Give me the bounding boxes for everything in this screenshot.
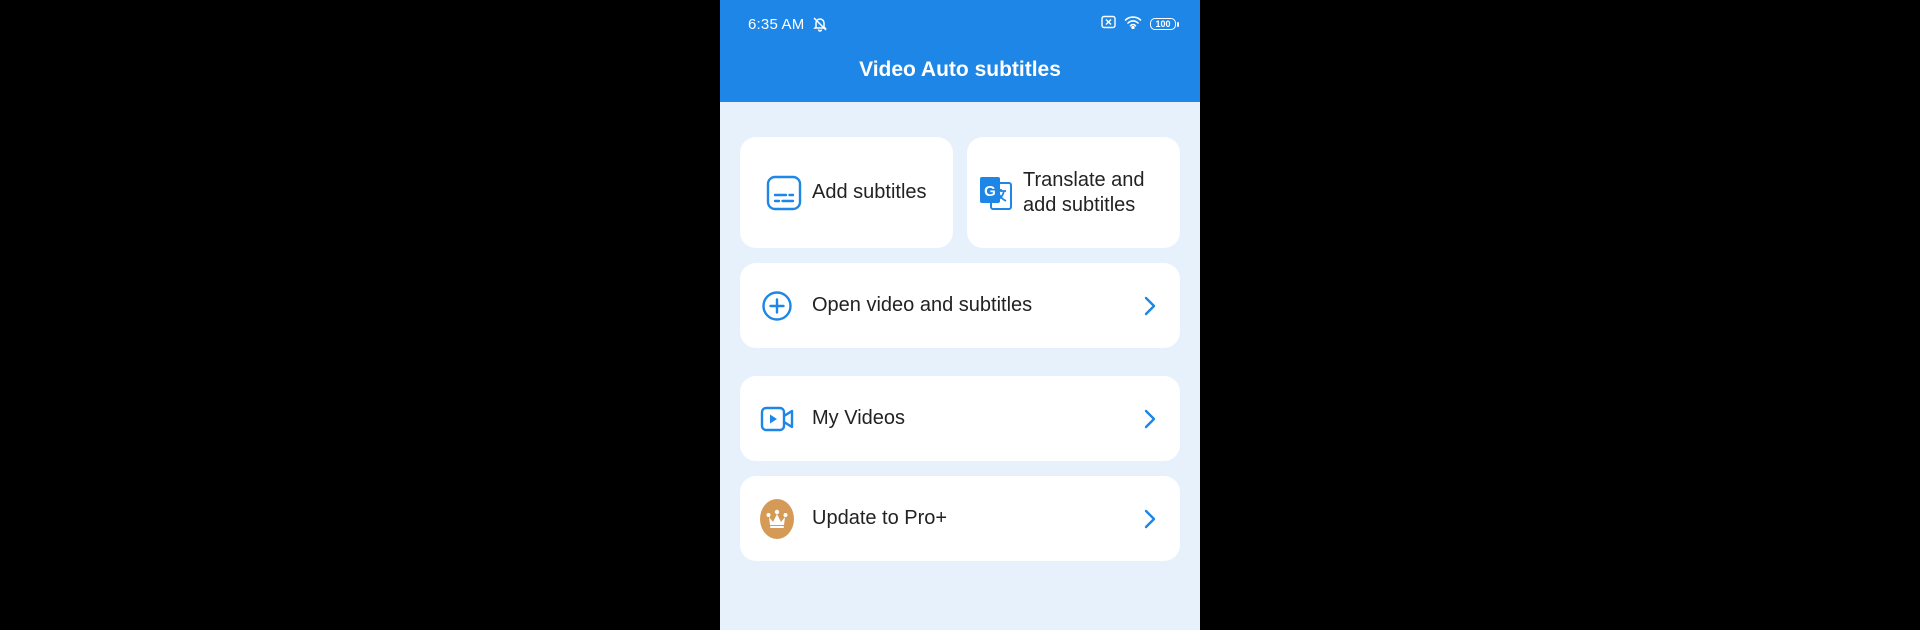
svg-text:G: G — [984, 183, 996, 200]
chevron-right-icon — [1144, 296, 1156, 316]
my-videos-label: My Videos — [812, 407, 906, 429]
phone-screen: 6:35 AM 100 Video Auto subtitles Add sub… — [720, 0, 1200, 630]
video-camera-icon — [760, 405, 794, 433]
app-header: 6:35 AM 100 Video Auto subtitles — [720, 0, 1200, 102]
translate-label-line1: Translate and — [1023, 168, 1145, 191]
wifi-icon — [1124, 15, 1142, 33]
chevron-right-icon — [1144, 509, 1156, 529]
page-title: Video Auto subtitles — [859, 58, 1061, 81]
translate-label-line2: add subtitles — [1023, 193, 1136, 216]
crown-icon — [760, 498, 794, 539]
sim-x-icon — [1101, 15, 1116, 33]
add-subtitles-label: Add subtitles — [812, 181, 927, 203]
status-time: 6:35 AM — [748, 15, 805, 33]
subtitles-icon — [766, 175, 802, 211]
battery-icon: 100 — [1150, 18, 1179, 30]
chevron-right-icon — [1144, 409, 1156, 429]
update-to-pro-item[interactable]: Update to Pro+ — [740, 476, 1180, 561]
translate-label: Translate and add subtitles — [1023, 168, 1145, 218]
plus-circle-icon — [760, 290, 794, 322]
update-to-pro-label: Update to Pro+ — [812, 507, 948, 529]
open-video-and-subtitles-item[interactable]: Open video and subtitles — [740, 263, 1180, 348]
open-video-label: Open video and subtitles — [812, 294, 1033, 316]
status-bar: 6:35 AM 100 — [720, 0, 1200, 48]
my-videos-item[interactable]: My Videos — [740, 376, 1180, 461]
translate-and-add-subtitles-button[interactable]: G Translate and add subtitles — [967, 137, 1180, 248]
add-subtitles-button[interactable]: Add subtitles — [740, 137, 953, 248]
translate-icon: G — [979, 175, 1013, 211]
status-icons: 100 — [1101, 15, 1179, 33]
bell-off-icon — [812, 16, 828, 32]
